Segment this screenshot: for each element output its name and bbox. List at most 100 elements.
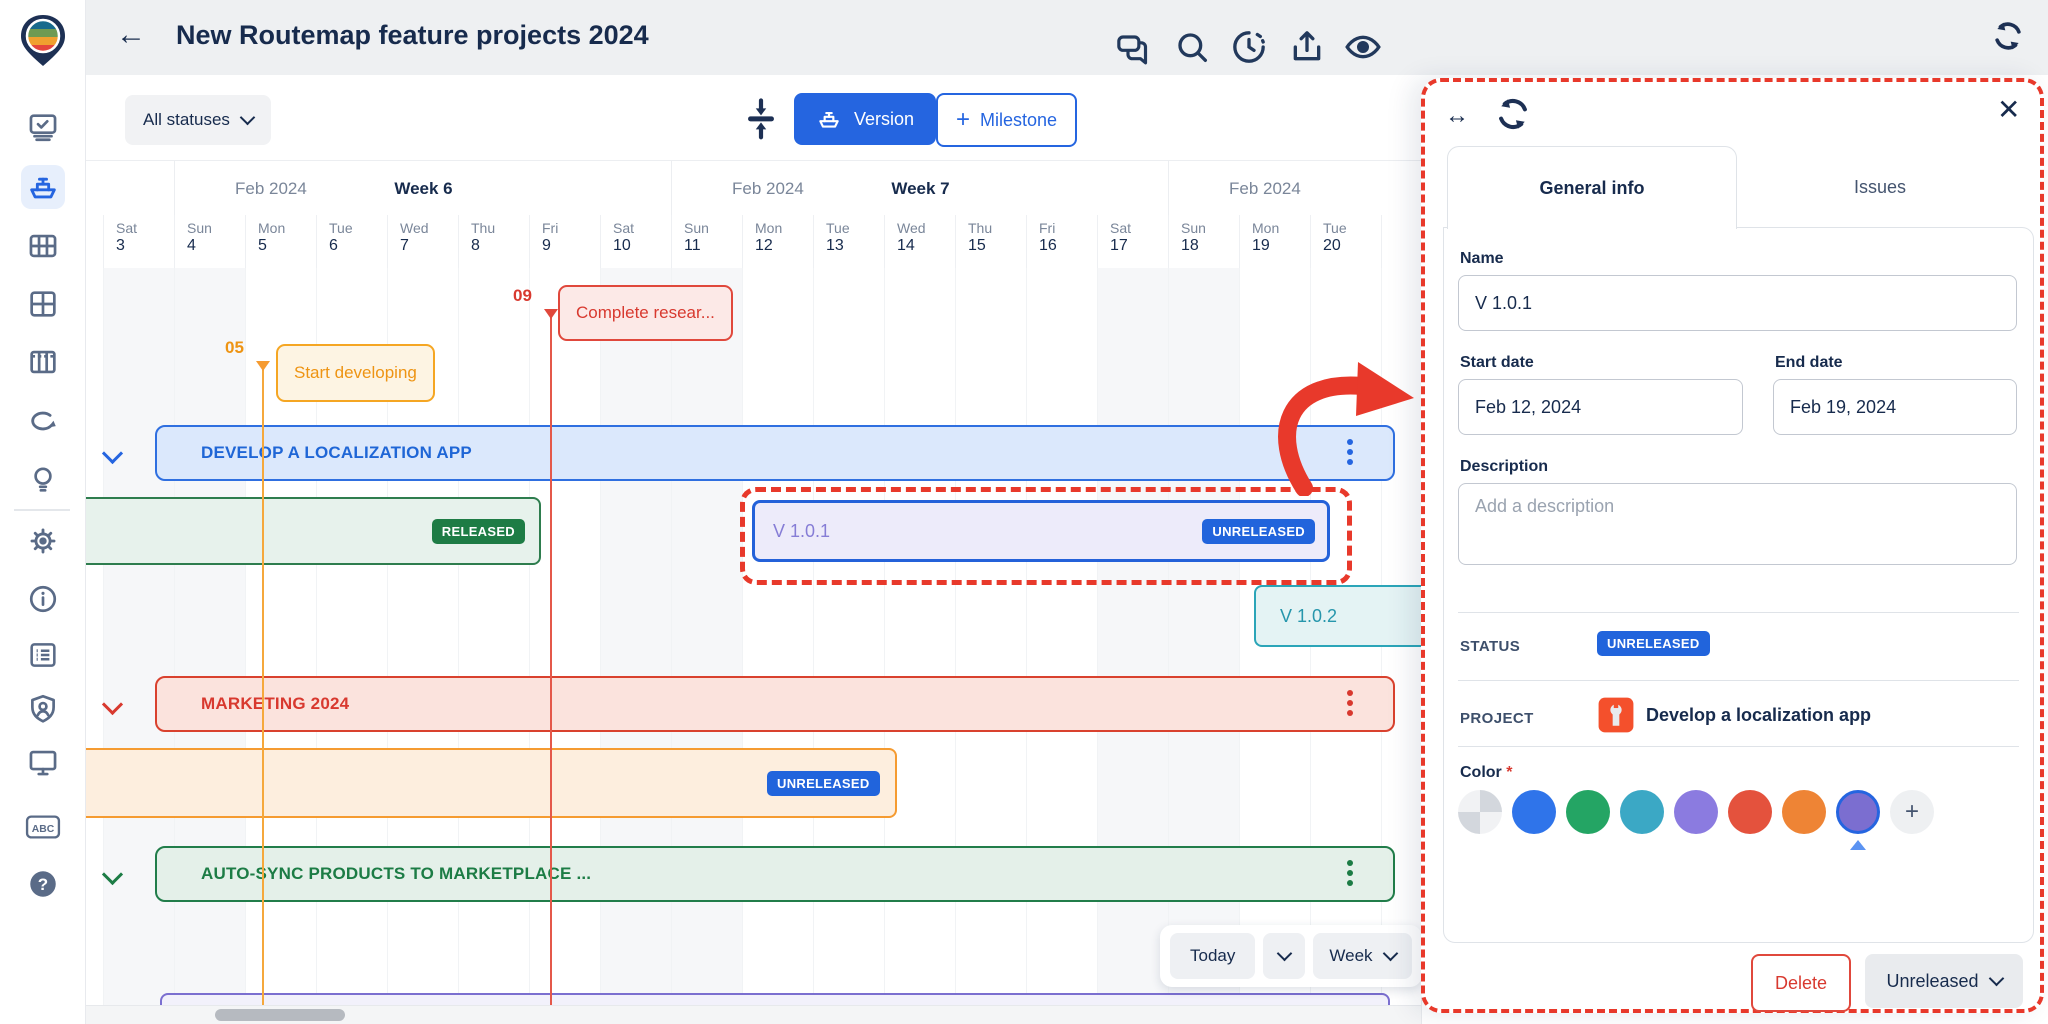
add-version-button[interactable]: Version [794,93,936,145]
day-cell: Sun11 [672,215,743,268]
day-cell: Fri9 [530,215,601,268]
group-bar-marketing[interactable]: MARKETING 2024 [155,676,1395,732]
sidebar-item-dashboard[interactable] [21,282,65,326]
search-icon[interactable] [1172,27,1212,72]
week-section-6: Feb 2024 Week 6 [174,161,672,216]
sidebar-item-info[interactable] [21,577,65,621]
add-color-button[interactable]: + [1890,790,1934,834]
day-cell: Fri16 [1027,215,1098,268]
color-swatch[interactable] [1620,790,1664,834]
week-section-8: Feb 2024 [1168,161,1422,216]
sidebar-item-settings[interactable] [21,519,65,563]
milestone-button-label: Milestone [980,110,1057,131]
day-cell: Wed7 [388,215,459,268]
version-bar-v102[interactable]: V 1.0.2 [1254,585,1422,647]
milestone-line-05 [262,368,264,1024]
color-swatch[interactable] [1674,790,1718,834]
group-bar-develop[interactable]: DEVELOP A LOCALIZATION APP [155,425,1395,481]
day-cell: Mon19 [1240,215,1311,268]
visibility-icon[interactable] [1343,27,1383,72]
add-milestone-button[interactable]: + Milestone [936,93,1077,147]
comments-icon[interactable] [1113,27,1153,72]
day-cell: Tue6 [317,215,388,268]
version-bar-label: V 1.0.1 [773,521,830,542]
milestone-chip[interactable]: Start developing [276,344,435,402]
project-name[interactable]: Develop a localization app [1646,705,1871,726]
sidebar-item-versions[interactable] [21,165,65,209]
sidebar-item-board[interactable] [21,105,65,149]
history-icon[interactable] [1229,27,1269,72]
day-cell: Sun4 [175,215,246,268]
delete-button[interactable]: Delete [1751,954,1851,1012]
page-title: New Routemap feature projects 2024 [176,20,649,51]
version-bar-label: V 1.0.2 [1280,606,1337,627]
release-status-dropdown[interactable]: Unreleased [1865,954,2023,1008]
day-cell: Sun18 [1169,215,1240,268]
released-badge: RELEASED [432,519,525,544]
today-button[interactable]: Today [1170,933,1255,979]
end-date-label: End date [1775,354,1843,372]
day-cell: Mon12 [743,215,814,268]
day-cell: Sat10 [601,215,672,268]
back-arrow-icon[interactable]: ← [116,18,146,52]
month-label: Feb 2024 [1229,179,1301,199]
close-icon[interactable]: ✕ [1997,96,2020,124]
group-menu-icon[interactable] [1347,690,1353,720]
chevron-down-icon [1382,946,1398,962]
view-controls: Today Week [1160,925,1422,987]
color-swatch[interactable] [1512,790,1556,834]
color-swatch[interactable] [1566,790,1610,834]
today-dropdown[interactable] [1263,933,1305,979]
version-bar-orange[interactable]: UNRELEASED [85,748,897,818]
required-asterisk: * [1506,764,1512,781]
end-date-field[interactable] [1773,379,2017,435]
group-menu-icon[interactable] [1347,439,1353,469]
gantt-chart: 05 Start developing 09 Complete resear..… [85,268,1422,1024]
sidebar-item-privacy[interactable] [21,687,65,731]
group-bar-autosync[interactable]: AUTO-SYNC PRODUCTS TO MARKETPLACE ... [155,846,1395,902]
sidebar-item-columns[interactable] [21,340,65,384]
name-field[interactable] [1458,275,2017,331]
color-swatch[interactable] [1728,790,1772,834]
color-swatch[interactable] [1782,790,1826,834]
week-section-empty [85,161,174,216]
milestone-marker[interactable] [544,309,558,319]
zoom-level-dropdown[interactable]: Week [1313,933,1411,979]
version-bar-v101[interactable]: V 1.0.1 UNRELEASED [752,500,1330,562]
scrollbar-thumb[interactable] [215,1009,345,1021]
day-cell: Thu8 [459,215,530,268]
version-button-label: Version [854,109,914,130]
status-filter-label: All statuses [143,110,230,130]
week-label: Week 7 [672,179,1169,199]
app-logo[interactable] [14,12,72,70]
sidebar-item-grid[interactable] [21,224,65,268]
milestone-line-09 [550,316,552,1024]
tab-issues[interactable]: Issues [1735,146,2025,228]
group-menu-icon[interactable] [1347,860,1353,890]
sidebar-item-help[interactable]: ? [21,862,65,906]
fit-timeline-icon[interactable] [740,95,782,146]
timeline-day-row: Sat3 Sun4 Mon5 Tue6 Wed7 Thu8 Fri9 Sat10… [85,215,1421,269]
version-bar-released[interactable]: RELEASED [85,497,541,565]
sidebar-item-list[interactable] [21,633,65,677]
day-cell: Thu15 [956,215,1027,268]
start-date-field[interactable] [1458,379,1743,435]
general-info-card: Name Start date End date Description STA… [1443,227,2034,943]
sidebar-item-glossary[interactable]: ABC [21,805,65,849]
sidebar-item-display[interactable] [21,740,65,784]
expand-panel-icon[interactable]: ↔ [1445,102,1469,130]
color-swatch-selected[interactable] [1836,790,1880,834]
export-icon[interactable] [1287,27,1327,72]
tab-general-info[interactable]: General info [1447,146,1737,229]
sync-icon[interactable] [1988,16,2028,61]
color-swatch-none[interactable] [1458,790,1502,834]
sidebar: ABC ? [0,0,86,1024]
sidebar-item-ideas[interactable] [21,457,65,501]
milestone-marker[interactable] [256,361,270,371]
sync-icon[interactable] [1491,92,1535,141]
description-field[interactable] [1458,483,2017,565]
milestone-chip[interactable]: Complete resear... [558,285,733,341]
routemap-app: ← New Routemap feature projects 2024 [0,0,2048,1024]
sidebar-item-sprint[interactable] [21,399,65,443]
status-filter-dropdown[interactable]: All statuses [125,95,271,145]
